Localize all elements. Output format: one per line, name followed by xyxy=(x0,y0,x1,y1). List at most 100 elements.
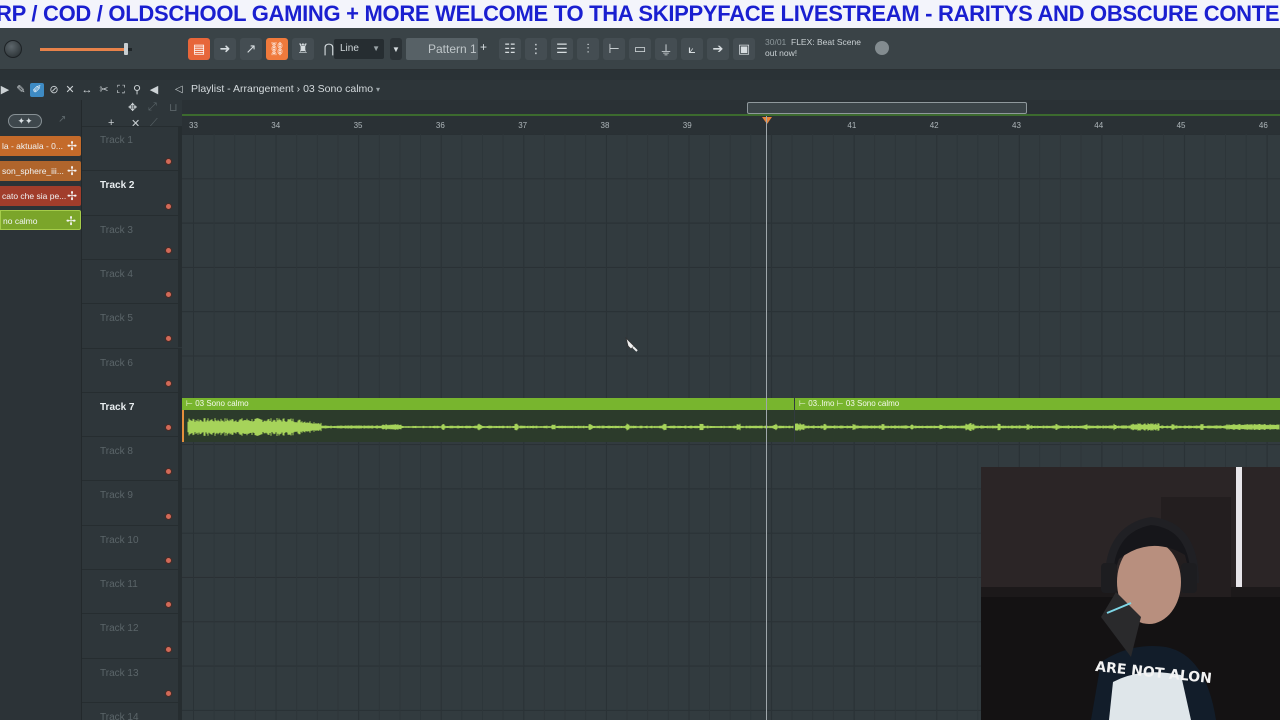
pattern-selector[interactable]: Pattern 1 xyxy=(406,38,478,60)
audio-clip[interactable]: ⊢ 03 Sono calmo xyxy=(182,398,794,442)
picker-mode-toggle[interactable]: ✦✦ xyxy=(8,114,42,128)
draw-tool-button[interactable]: ↗ xyxy=(240,38,262,60)
track-enable-led[interactable] xyxy=(165,556,172,564)
master-pitch-slider[interactable] xyxy=(40,43,132,55)
track-name[interactable]: Track 8 xyxy=(100,446,133,457)
pencil-icon[interactable]: ✎ xyxy=(14,83,28,97)
link-button[interactable]: ⛓ xyxy=(266,38,288,60)
picker-item-label: no calmo xyxy=(3,216,38,226)
track-enable-led[interactable] xyxy=(165,158,172,166)
paint-brush-icon[interactable]: ✐ xyxy=(30,83,44,97)
track-name[interactable]: Track 10 xyxy=(100,535,139,546)
next-button[interactable]: ➜ xyxy=(214,38,236,60)
track-header[interactable]: Track 9 xyxy=(82,480,182,525)
track-enable-led[interactable] xyxy=(165,246,172,254)
slider-thumb[interactable] xyxy=(124,43,128,55)
channel-rack-button[interactable]: ☰ xyxy=(551,38,573,60)
track-name[interactable]: Track 9 xyxy=(100,490,133,501)
zoom-icon[interactable]: ⚲ xyxy=(130,83,144,97)
plugin-button[interactable]: ⏚ xyxy=(655,38,677,60)
track-name[interactable]: Track 3 xyxy=(100,225,133,236)
track-enable-led[interactable] xyxy=(165,645,172,653)
snap-mode-select[interactable]: Line ▼ xyxy=(334,39,384,59)
horizontal-scrollbar[interactable] xyxy=(747,102,1027,114)
clip-header[interactable]: ⊢ 03..lmo ⊢ 03 Sono calmo xyxy=(795,398,1280,410)
picker-item[interactable]: cato che sia pe... ✢ xyxy=(0,186,81,206)
pencil-icon[interactable]: ↗ xyxy=(58,114,66,125)
playhead-line[interactable] xyxy=(766,116,767,720)
track-enable-led[interactable] xyxy=(165,468,172,476)
move-icon[interactable]: ✥ xyxy=(128,101,137,114)
select-icon[interactable]: ⛶ xyxy=(114,83,128,97)
track-header[interactable]: Track 8 xyxy=(82,436,182,481)
news-panel[interactable]: 30/01 FLEX: Beat Scene out now! xyxy=(765,37,861,59)
slip-icon[interactable]: ↔ xyxy=(80,83,94,97)
clip-waveform-area[interactable] xyxy=(795,410,1280,442)
mixer-sliders-button[interactable]: ⫶ xyxy=(577,38,599,60)
track-name[interactable]: Track 11 xyxy=(100,579,138,590)
track-header[interactable]: Track 11 xyxy=(82,569,182,614)
add-icon[interactable]: ✢ xyxy=(67,161,77,181)
track-name[interactable]: Track 7 xyxy=(100,402,134,413)
track-name[interactable]: Track 6 xyxy=(100,358,133,369)
browser-button[interactable]: ⊢ xyxy=(603,38,625,60)
add-pattern-button[interactable]: + xyxy=(480,40,487,54)
picker-item[interactable]: la - aktuala - 0... ✢ xyxy=(0,136,81,156)
mute-icon[interactable]: ✕ xyxy=(63,83,77,97)
track-name[interactable]: Track 5 xyxy=(100,313,133,324)
master-volume-knob[interactable] xyxy=(4,40,22,58)
delete-icon[interactable]: ⊘ xyxy=(47,83,61,97)
track-enable-led[interactable] xyxy=(165,202,172,210)
play-icon[interactable]: ◁ xyxy=(175,84,183,95)
playlist-button[interactable]: ▤ xyxy=(188,38,210,60)
audio-clip[interactable]: ⊢ 03..lmo ⊢ 03 Sono calmo xyxy=(795,398,1280,442)
add-icon[interactable]: ✢ xyxy=(67,186,77,206)
track-header[interactable]: Track 7 xyxy=(82,391,182,437)
track-enable-led[interactable] xyxy=(165,335,172,343)
track-enable-led[interactable] xyxy=(165,291,172,299)
track-header[interactable]: Track 10 xyxy=(82,524,182,569)
track-name[interactable]: Track 14 xyxy=(100,712,139,720)
clip-header[interactable]: ⊢ 03 Sono calmo xyxy=(182,398,794,410)
track-name[interactable]: Track 2 xyxy=(100,180,134,191)
pattern-dropdown-button[interactable]: ▼ xyxy=(390,38,402,60)
track-name[interactable]: Track 13 xyxy=(100,668,139,679)
track-group-icon[interactable]: ⊔ xyxy=(169,101,178,114)
shop-button[interactable]: ▣ xyxy=(733,38,755,60)
track-header[interactable]: Track 14 xyxy=(82,701,182,720)
speaker-icon[interactable]: ◀ xyxy=(147,83,161,97)
track-enable-led[interactable] xyxy=(165,379,172,387)
track-header[interactable]: Track 12 xyxy=(82,613,182,658)
track-enable-led[interactable] xyxy=(165,424,172,432)
track-enable-led[interactable] xyxy=(165,689,172,697)
timeline-ruler[interactable]: 3334353637383940414243444546 xyxy=(182,100,1280,134)
send-button[interactable]: ➔ xyxy=(707,38,729,60)
track-header[interactable]: Track 6 xyxy=(82,347,182,392)
playlist-title[interactable]: Playlist - Arrangement › 03 Sono calmo ▾ xyxy=(191,83,380,95)
track-enable-led[interactable] xyxy=(165,601,172,609)
track-name[interactable]: Track 4 xyxy=(100,269,133,280)
track-name[interactable]: Track 1 xyxy=(100,135,133,146)
piano-roll-button[interactable]: ⋮ xyxy=(525,38,547,60)
track-enable-led[interactable] xyxy=(165,512,172,520)
add-icon[interactable]: ✢ xyxy=(66,211,76,229)
metronome-button[interactable]: ♜ xyxy=(292,38,314,60)
picker-item-selected[interactable]: no calmo ✢ xyxy=(0,210,81,230)
resize-icon[interactable]: ⤢ xyxy=(148,101,157,114)
tempo-button[interactable]: ⟀ xyxy=(681,38,703,60)
add-icon[interactable]: ✢ xyxy=(67,136,77,156)
globe-icon[interactable] xyxy=(875,41,889,55)
track-header[interactable]: Track 2 xyxy=(82,170,182,215)
mixer-button[interactable]: ☷ xyxy=(499,38,521,60)
picker-item[interactable]: son_sphere_iii... ✢ xyxy=(0,161,81,181)
clip-waveform-area[interactable] xyxy=(182,410,794,442)
track-header[interactable]: Track 5 xyxy=(82,303,182,348)
slice-icon[interactable]: ✂ xyxy=(97,83,111,97)
menu-arrow-icon[interactable]: ▶ xyxy=(0,83,12,97)
track-header[interactable]: Track 1 xyxy=(82,126,182,171)
track-name[interactable]: Track 12 xyxy=(100,623,139,634)
track-header[interactable]: Track 3 xyxy=(82,214,182,259)
track-header[interactable]: Track 4 xyxy=(82,258,182,304)
project-button[interactable]: ▭ xyxy=(629,38,651,60)
track-header[interactable]: Track 13 xyxy=(82,657,182,702)
